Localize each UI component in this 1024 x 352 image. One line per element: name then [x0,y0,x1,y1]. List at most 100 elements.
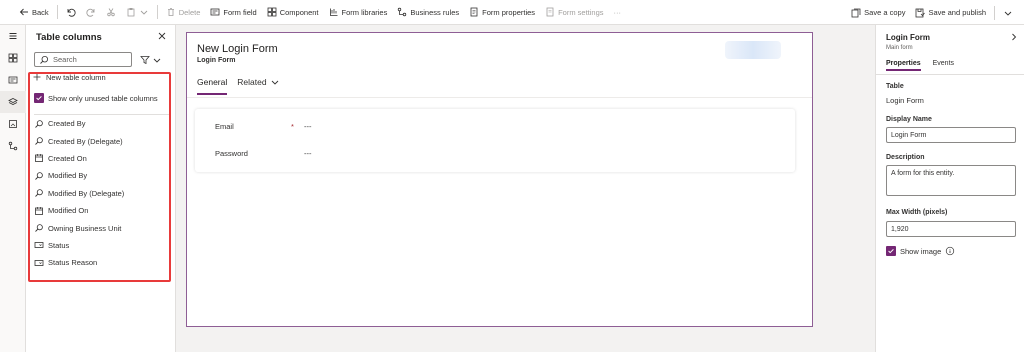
password-label: Password [215,149,248,158]
save-publish-label: Save and publish [928,8,986,17]
collapse-pane-button[interactable] [1009,32,1019,42]
display-name-input[interactable]: Login Form [886,127,1016,143]
email-value: --- [304,122,312,131]
close-panel-button[interactable] [157,31,167,41]
delete-button[interactable]: Delete [161,0,206,25]
back-label: Back [32,7,49,17]
document-icon [469,7,479,17]
tab-divider [876,74,1024,75]
tree-view-nav-button[interactable] [0,135,26,157]
form-field-label: Form field [223,7,257,17]
table-label: Table [886,83,904,90]
redo-button[interactable] [81,0,101,25]
checkbox-checked[interactable] [886,246,896,256]
description-label: Description [886,154,925,161]
tab-divider [187,97,812,98]
max-width-label: Max Width (pixels) [886,209,948,216]
settings-document-icon [545,7,555,17]
tab-related-label: Related [237,77,267,87]
command-bar: Back Delete Form field Component Form li… [0,0,1024,25]
more-label: ··· [613,7,622,17]
toolbar-divider [156,5,158,19]
filter-icon [140,55,150,65]
form-libraries-label: Form libraries [341,7,388,17]
chevron-down-icon [270,77,280,87]
form-fields-nav-button[interactable] [0,69,26,91]
properties-title: Login Form [886,33,930,42]
password-field[interactable]: Password --- [215,149,312,158]
component-icon [267,7,277,17]
clipboard-icon [126,7,136,17]
save-copy-label: Save a copy [864,8,906,17]
form-fields-icon [8,75,18,85]
panel-title: Table columns [36,32,102,43]
show-image-label: Show image [900,246,942,256]
form-field-button[interactable]: Form field [205,0,261,25]
hamburger-icon [8,31,18,41]
chevron-down-icon [139,7,149,17]
form-canvas: New Login Form Login Form General Relate… [186,32,813,327]
header-placeholder [725,41,781,59]
form-properties-button[interactable]: Form properties [464,0,540,25]
form-subtitle: Login Form [197,57,236,64]
display-name-label: Display Name [886,116,932,123]
table-columns-nav-button[interactable] [0,91,26,113]
flow-icon [397,7,407,17]
description-value: A form for this entity. [891,170,955,177]
chevron-right-icon [1009,32,1019,42]
left-nav-rail [0,25,26,352]
search-icon [39,55,49,65]
tab-general-label: General [197,77,228,87]
business-rules-label: Business rules [410,7,460,17]
hamburger-button[interactable] [0,25,26,47]
form-properties-label: Form properties [482,7,536,17]
back-button[interactable]: Back [14,0,54,25]
tab-related[interactable]: Related [237,77,279,95]
save-publish-icon [915,8,926,18]
properties-pane: Login Form Main form Properties Events T… [875,25,1024,352]
form-field-icon [210,7,220,17]
form-section[interactable]: Email * --- Password --- [195,109,795,172]
tab-properties[interactable]: Properties [886,60,921,71]
arrow-left-icon [19,7,29,17]
close-icon [157,31,167,41]
delete-label: Delete [178,7,201,17]
tab-general[interactable]: General [197,77,228,95]
chevron-down-icon [1003,8,1013,18]
password-value: --- [304,149,312,158]
cut-button[interactable] [101,0,121,25]
table-value: Login Form [886,96,924,105]
tab-events[interactable]: Events [933,60,954,71]
email-label: Email [215,122,234,131]
max-width-input[interactable]: 1,920 [886,221,1016,237]
trash-icon [166,7,176,17]
image-icon [8,119,18,129]
save-copy-button[interactable]: Save a copy [846,0,910,25]
media-nav-button[interactable] [0,113,26,135]
scissors-icon [106,7,116,17]
form-settings-button[interactable]: Form settings [540,0,608,25]
toolbar-divider [56,5,58,19]
max-width-value: 1,920 [891,225,909,233]
description-textarea[interactable]: A form for this entity. [886,165,1016,196]
undo-button[interactable] [61,0,81,25]
save-options-button[interactable] [998,0,1018,25]
redo-icon [86,7,96,17]
business-rules-button[interactable]: Business rules [392,0,464,25]
properties-tabs: Properties Events [886,60,954,71]
component-button[interactable]: Component [262,0,324,25]
save-publish-button[interactable]: Save and publish [910,0,991,25]
filter-button[interactable] [135,52,167,67]
info-icon[interactable] [945,246,955,256]
save-copy-icon [851,8,861,18]
email-field[interactable]: Email * --- [215,122,312,131]
layers-icon [8,97,18,107]
paste-button[interactable] [121,0,154,25]
form-tabs: General Related [197,77,280,95]
components-nav-button[interactable] [0,47,26,69]
form-libraries-button[interactable]: Form libraries [324,0,393,25]
more-commands-button[interactable]: ··· [609,0,627,25]
components-icon [8,53,18,63]
show-image-checkbox[interactable]: Show image [886,246,955,256]
column-search-input[interactable]: Search [34,52,132,67]
